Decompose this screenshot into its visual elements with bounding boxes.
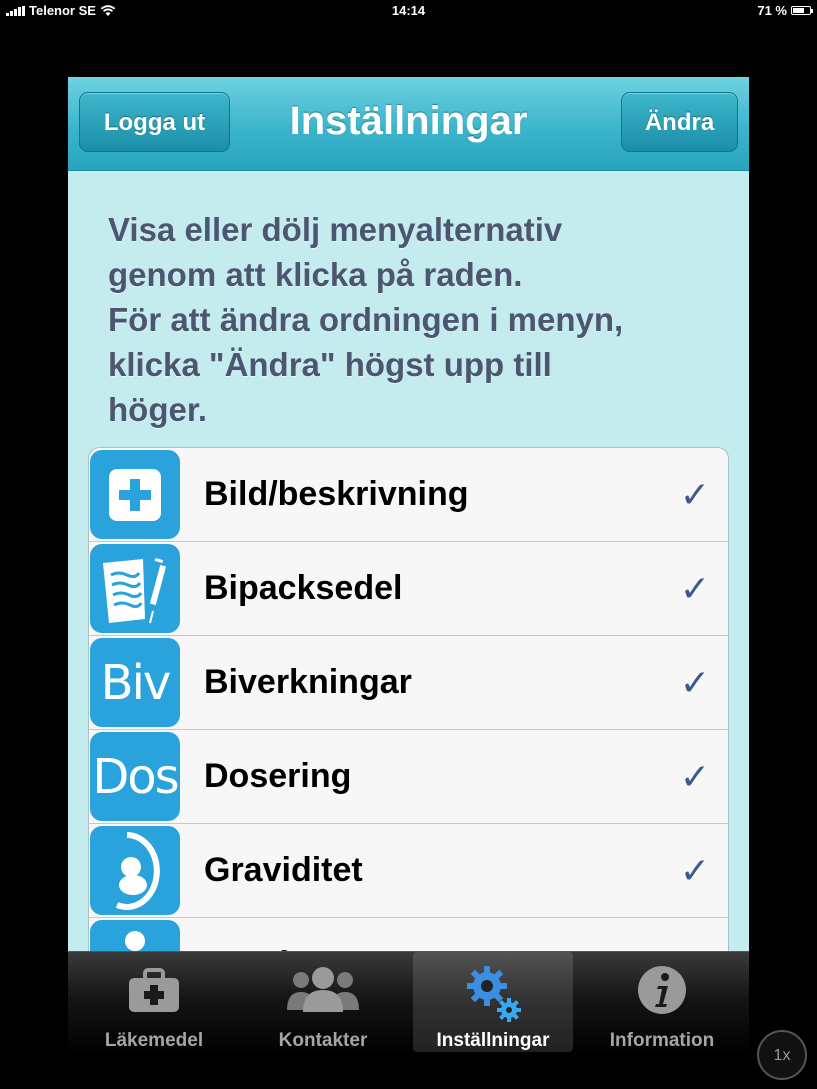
tab-label: Läkemedel <box>104 1030 204 1051</box>
tab-label: Information <box>609 1030 715 1051</box>
menu-row-bipacksedel[interactable]: Bipacksedel ✓ <box>89 542 728 636</box>
menu-row-label: Biverkningar <box>204 663 412 701</box>
checkmark-icon: ✓ <box>679 568 710 609</box>
edit-button[interactable]: Ändra <box>621 92 738 152</box>
checkmark-icon: ✓ <box>679 662 710 703</box>
checkmark-icon: ✓ <box>679 850 710 891</box>
tab-installningar[interactable]: Inställningar <box>413 952 573 1052</box>
status-bar: Telenor SE 14:14 71 % <box>0 0 817 22</box>
menu-row-label: Bild/beskrivning <box>204 475 469 513</box>
medical-plus-icon <box>90 450 180 539</box>
settings-screen: Logga ut Inställningar Ändra Visa eller … <box>68 77 749 1003</box>
menu-row-graviditet[interactable]: Graviditet ✓ <box>89 824 728 918</box>
navigation-bar: Logga ut Inställningar Ändra <box>68 77 749 171</box>
info-icon <box>638 966 686 1014</box>
biv-text-icon: Biv <box>90 638 180 727</box>
menu-row-biverkningar[interactable]: Biv Biverkningar ✓ <box>89 636 728 730</box>
medical-bag-icon <box>129 968 179 1012</box>
menu-row-bild[interactable]: Bild/beskrivning ✓ <box>89 448 728 542</box>
tab-lakemedel[interactable]: Läkemedel <box>74 952 234 1052</box>
dos-text-icon: Dos <box>90 732 180 821</box>
menu-row-label: Dosering <box>204 757 352 795</box>
checkmark-icon: ✓ <box>679 756 710 797</box>
menu-options-list: Bild/beskrivning ✓ Bipacksedel ✓ Biv Biv… <box>88 447 729 1003</box>
menu-row-label: Graviditet <box>204 851 363 889</box>
battery-icon <box>791 6 813 15</box>
instructions-text: Visa eller dölj menyalternativ genom att… <box>108 211 624 428</box>
tab-information[interactable]: Information <box>582 952 742 1052</box>
leaflet-syringe-icon <box>90 544 180 633</box>
clock: 14:14 <box>391 3 426 18</box>
pregnancy-icon <box>90 826 180 915</box>
menu-row-label: Bipacksedel <box>204 569 403 607</box>
menu-row-dosering[interactable]: Dos Dosering ✓ <box>89 730 728 824</box>
gears-icon <box>467 966 521 1022</box>
zoom-button[interactable]: 1x <box>757 1030 807 1080</box>
battery-percent: 71 % <box>757 3 787 18</box>
checkmark-icon: ✓ <box>679 474 710 515</box>
tab-label: Inställningar <box>436 1030 550 1051</box>
tab-kontakter[interactable]: Kontakter <box>243 952 403 1052</box>
contacts-icon <box>287 967 359 1012</box>
tab-bar: Läkemedel Kontakter Inställningar Inform… <box>68 951 749 1055</box>
battery: 71 % <box>757 3 813 18</box>
tab-label: Kontakter <box>278 1030 368 1051</box>
